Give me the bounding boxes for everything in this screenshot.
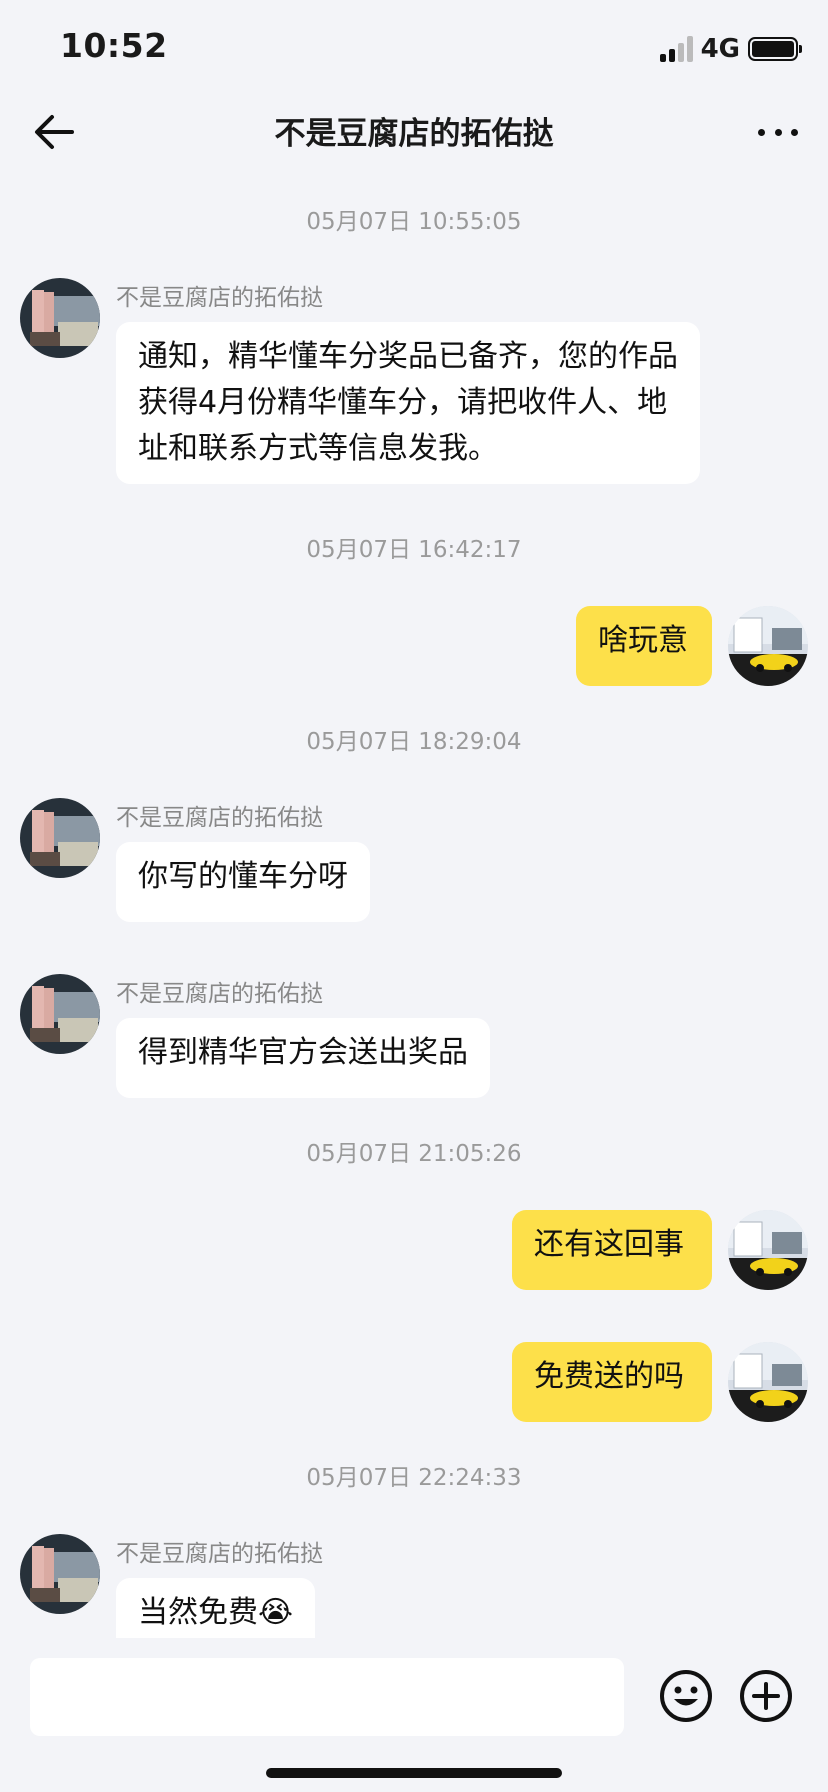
crying-laughing-emoji: 😭 <box>258 1595 294 1630</box>
network-label: 4G <box>700 34 740 64</box>
home-indicator <box>266 1768 562 1778</box>
my-avatar[interactable] <box>728 1342 808 1422</box>
signal-icon <box>659 36 693 62</box>
my-avatar[interactable] <box>728 1210 808 1290</box>
battery-icon <box>748 37 802 61</box>
nav-bar: 不是豆腐店的拓佑挞 <box>0 92 828 172</box>
plus-circle-icon <box>740 1670 792 1722</box>
plus-button[interactable] <box>738 1668 794 1724</box>
smiley-icon <box>660 1670 712 1722</box>
sender-name: 不是豆腐店的拓佑挞 <box>116 981 323 1007</box>
status-indicators: 4G <box>659 34 802 64</box>
status-time: 10:52 <box>60 26 168 65</box>
incoming-message-bubble[interactable]: 当然免费😭 <box>116 1578 316 1638</box>
contact-avatar[interactable] <box>20 974 100 1054</box>
message-input-bar <box>0 1638 828 1792</box>
more-dots-icon <box>758 128 765 136</box>
sender-name: 不是豆腐店的拓佑挞 <box>116 805 323 831</box>
my-avatar[interactable] <box>728 606 808 686</box>
sender-name: 不是豆腐店的拓佑挞 <box>116 1541 323 1567</box>
contact-avatar[interactable] <box>20 1534 100 1614</box>
message-timestamp: 05月07日 16:42:17 <box>306 537 522 563</box>
chat-messages[interactable]: 05月07日 10:55:05 不是豆腐店的拓佑挞 通知，精华懂车分奖品已备齐，… <box>0 172 828 1638</box>
contact-avatar[interactable] <box>20 798 100 878</box>
message-input[interactable] <box>30 1658 624 1736</box>
message-timestamp: 05月07日 18:29:04 <box>306 729 522 755</box>
contact-avatar[interactable] <box>20 278 100 358</box>
outgoing-message-bubble[interactable]: 免费送的吗 <box>512 1342 712 1422</box>
incoming-message-bubble[interactable]: 得到精华官方会送出奖品 <box>116 1018 490 1098</box>
chat-title: 不是豆腐店的拓佑挞 <box>274 116 554 152</box>
message-timestamp: 05月07日 10:55:05 <box>306 209 522 235</box>
emoji-button[interactable] <box>658 1668 714 1724</box>
message-timestamp: 05月07日 22:24:33 <box>306 1465 522 1491</box>
outgoing-message-bubble[interactable]: 啥玩意 <box>576 606 712 686</box>
more-button[interactable] <box>752 110 804 154</box>
incoming-message-bubble[interactable]: 通知，精华懂车分奖品已备齐，您的作品获得4月份精华懂车分，请把收件人、地址和联系… <box>116 322 700 484</box>
message-timestamp: 05月07日 21:05:26 <box>306 1141 522 1167</box>
message-text: 当然免费 <box>138 1595 258 1630</box>
status-bar: 10:52 4G <box>0 0 828 92</box>
incoming-message-bubble[interactable]: 你写的懂车分呀 <box>116 842 370 922</box>
outgoing-message-bubble[interactable]: 还有这回事 <box>512 1210 712 1290</box>
sender-name: 不是豆腐店的拓佑挞 <box>116 285 323 311</box>
